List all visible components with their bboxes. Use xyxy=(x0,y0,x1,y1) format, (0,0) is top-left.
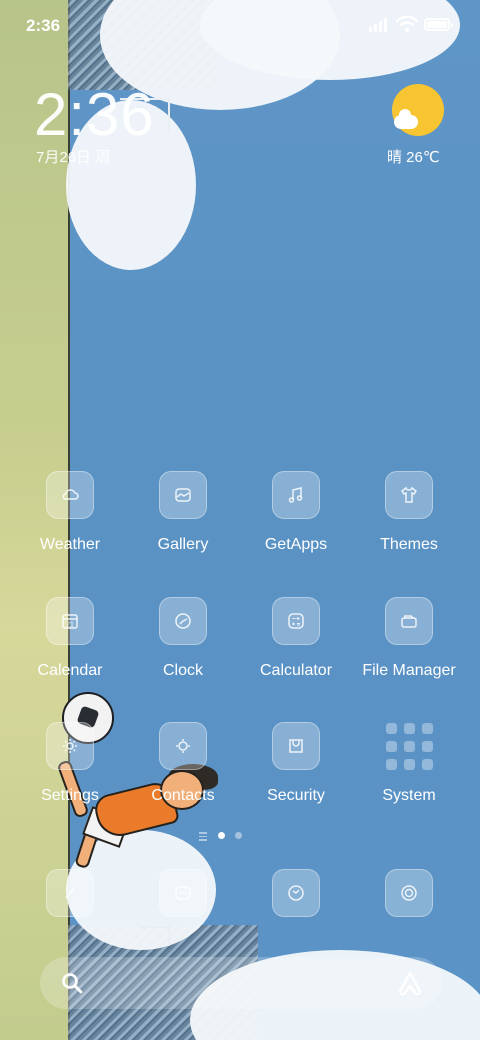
app-label: Clock xyxy=(162,662,203,679)
dock-camera[interactable] xyxy=(385,869,433,917)
battery-icon xyxy=(424,18,453,31)
search-icon xyxy=(62,973,83,994)
app-settings[interactable]: Settings xyxy=(15,722,125,805)
page-dot xyxy=(235,832,242,839)
clock-icon xyxy=(159,597,207,645)
weather-condition-temp: 晴 26℃ xyxy=(387,149,440,166)
camera-icon xyxy=(401,885,417,901)
app-label: Calculator xyxy=(259,662,333,679)
cloud-icon xyxy=(394,109,418,129)
app-system-folder[interactable]: System xyxy=(354,722,464,805)
weather-icon xyxy=(46,471,94,519)
calendar-icon: 21 xyxy=(46,597,94,645)
shield-icon xyxy=(272,722,320,770)
folder-icon xyxy=(385,597,433,645)
app-themes[interactable]: Themes xyxy=(354,471,464,554)
gear-icon xyxy=(46,722,94,770)
clock-date: 7月26日 周 xyxy=(36,149,111,166)
app-security[interactable]: Security xyxy=(241,722,351,805)
contacts-icon xyxy=(159,722,207,770)
app-folder-icon xyxy=(385,722,433,770)
page-indicator[interactable] xyxy=(199,830,249,842)
signal-icon xyxy=(369,18,391,32)
phone-icon xyxy=(65,887,75,899)
assistant-icon[interactable] xyxy=(396,969,424,997)
app-weather[interactable]: Weather xyxy=(15,471,125,554)
status-bar: 2:36 xyxy=(0,0,480,50)
gallery-icon xyxy=(159,471,207,519)
messages-icon xyxy=(175,886,191,900)
app-label: Calendar xyxy=(37,662,103,679)
app-label: Themes xyxy=(380,536,438,553)
app-getapps[interactable]: GetApps xyxy=(241,471,351,554)
app-contacts[interactable]: Contacts xyxy=(128,722,238,805)
calculator-icon xyxy=(272,597,320,645)
dock-browser[interactable] xyxy=(272,869,320,917)
status-time: 2:36 xyxy=(26,16,61,35)
app-label: Settings xyxy=(41,787,99,804)
app-clock[interactable]: Clock xyxy=(128,597,238,680)
tshirt-icon xyxy=(385,471,433,519)
browser-icon xyxy=(288,885,304,901)
search-bar[interactable] xyxy=(40,957,442,1009)
wifi-icon xyxy=(396,15,418,33)
page-dot-active xyxy=(218,832,225,839)
app-gallery[interactable]: Gallery xyxy=(128,471,238,554)
dock-phone[interactable] xyxy=(46,869,94,917)
app-label: File Manager xyxy=(362,662,456,679)
app-file-manager[interactable]: File Manager xyxy=(354,597,464,680)
music-note-icon xyxy=(272,471,320,519)
calendar-badge: 21 xyxy=(66,622,74,629)
wallpaper-goal xyxy=(140,926,170,946)
app-label: Gallery xyxy=(157,536,209,553)
app-label: Contacts xyxy=(151,787,215,804)
app-label: Security xyxy=(267,787,325,804)
clock-time: 2:36 xyxy=(34,81,155,148)
app-label: Weather xyxy=(39,536,101,553)
app-calculator[interactable]: Calculator xyxy=(241,597,351,680)
app-calendar[interactable]: 21 Calendar xyxy=(15,597,125,680)
app-label: GetApps xyxy=(264,536,328,553)
dock-messages[interactable] xyxy=(159,869,207,917)
app-label: System xyxy=(382,787,436,804)
menu-lines-icon xyxy=(199,832,207,841)
